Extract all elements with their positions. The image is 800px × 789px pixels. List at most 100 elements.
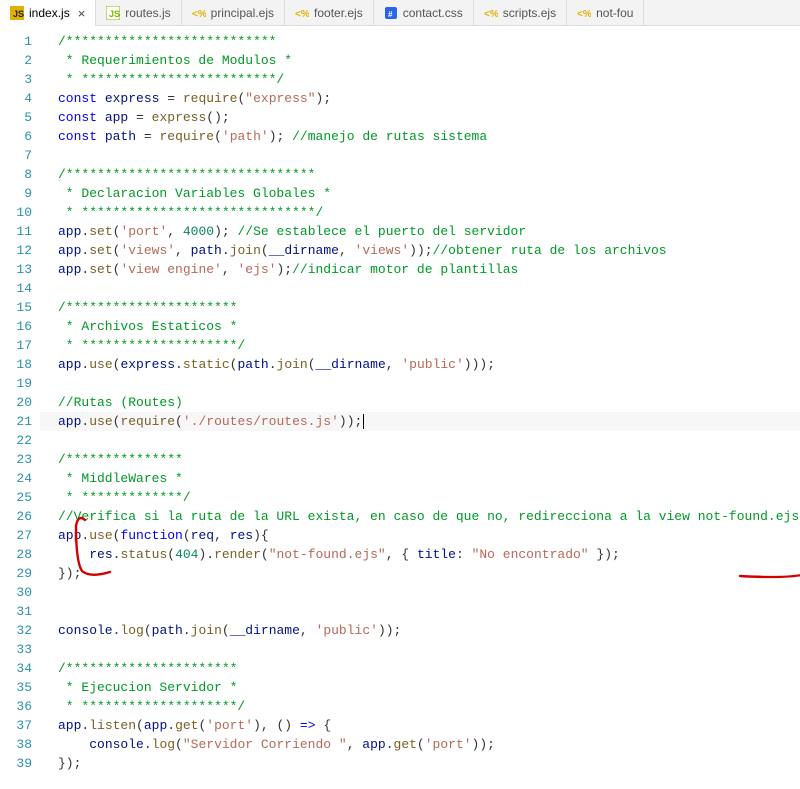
code-line[interactable]: * *************/ bbox=[40, 488, 800, 507]
code-line[interactable]: app.use(express.static(path.join(__dirna… bbox=[40, 355, 800, 374]
token-fn: require bbox=[159, 129, 214, 144]
line-number: 15 bbox=[0, 298, 32, 317]
ejs-icon: <% bbox=[577, 6, 591, 20]
code-line[interactable]: const express = require("express"); bbox=[40, 89, 800, 108]
code-line[interactable]: app.listen(app.get('port'), () => { bbox=[40, 716, 800, 735]
tab-routes-js[interactable]: JSroutes.js bbox=[96, 0, 181, 26]
token-kw: => bbox=[300, 718, 316, 733]
token-id: res bbox=[230, 528, 253, 543]
token-id: app bbox=[105, 110, 128, 125]
token-p: }); bbox=[589, 547, 620, 562]
code-line[interactable] bbox=[40, 374, 800, 393]
code-line[interactable]: * MiddleWares * bbox=[40, 469, 800, 488]
line-number: 6 bbox=[0, 127, 32, 146]
token-fn: set bbox=[89, 243, 112, 258]
token-fn: set bbox=[89, 262, 112, 277]
code-line[interactable] bbox=[40, 602, 800, 621]
token-fn: get bbox=[175, 718, 198, 733]
code-line[interactable] bbox=[40, 583, 800, 602]
code-line[interactable]: const path = require('path'); //manejo d… bbox=[40, 127, 800, 146]
code-line[interactable]: app.set('view engine', 'ejs');//indicar … bbox=[40, 260, 800, 279]
token-p: , bbox=[175, 243, 191, 258]
token-id: express bbox=[105, 91, 160, 106]
token-cmt: * Ejecucion Servidor * bbox=[58, 680, 237, 695]
code-line[interactable] bbox=[40, 431, 800, 450]
token-p: ( bbox=[261, 547, 269, 562]
code-line[interactable]: const app = express(); bbox=[40, 108, 800, 127]
line-number: 7 bbox=[0, 146, 32, 165]
code-line[interactable]: console.log(path.join(__dirname, 'public… bbox=[40, 621, 800, 640]
code-line[interactable]: }); bbox=[40, 564, 800, 583]
token-cmt: //indicar motor de plantillas bbox=[292, 262, 518, 277]
tab-index-js[interactable]: JSindex.js× bbox=[0, 0, 96, 26]
code-line[interactable]: app.set('views', path.join(__dirname, 'v… bbox=[40, 241, 800, 260]
code-line[interactable]: * Archivos Estaticos * bbox=[40, 317, 800, 336]
code-line[interactable]: * ********************/ bbox=[40, 336, 800, 355]
line-number: 13 bbox=[0, 260, 32, 279]
tab-principal-ejs[interactable]: <%principal.ejs bbox=[182, 0, 285, 26]
code-line[interactable]: * ********************/ bbox=[40, 697, 800, 716]
token-cmt: * Archivos Estaticos * bbox=[58, 319, 237, 334]
token-id: path bbox=[237, 357, 268, 372]
tab-contact-css[interactable]: #contact.css bbox=[374, 0, 474, 26]
code-line[interactable]: /*************************** bbox=[40, 32, 800, 51]
token-str: 'ejs' bbox=[237, 262, 276, 277]
line-number: 27 bbox=[0, 526, 32, 545]
code-line[interactable]: res.status(404).render("not-found.ejs", … bbox=[40, 545, 800, 564]
token-cmt: //Verifica si la ruta de la URL exista, … bbox=[58, 509, 799, 524]
token-p: ))); bbox=[464, 357, 495, 372]
code-line[interactable]: /********************** bbox=[40, 298, 800, 317]
code-line[interactable]: * Declaracion Variables Globales * bbox=[40, 184, 800, 203]
code-line[interactable]: * Ejecucion Servidor * bbox=[40, 678, 800, 697]
code-line[interactable]: app.set('port', 4000); //Se establece el… bbox=[40, 222, 800, 241]
token-fn: get bbox=[394, 737, 417, 752]
token-p: ( bbox=[167, 547, 175, 562]
token-p: )); bbox=[378, 623, 401, 638]
tab-label: principal.ejs bbox=[211, 6, 274, 20]
token-id: path bbox=[105, 129, 136, 144]
line-number: 3 bbox=[0, 70, 32, 89]
text-cursor bbox=[363, 414, 364, 429]
code-line[interactable]: * ******************************/ bbox=[40, 203, 800, 222]
code-line[interactable]: app.use(require('./routes/routes.js')); bbox=[40, 412, 800, 431]
code-line[interactable]: console.log("Servidor Corriendo ", app.g… bbox=[40, 735, 800, 754]
code-line[interactable]: //Rutas (Routes) bbox=[40, 393, 800, 412]
token-cmt: /********************** bbox=[58, 661, 237, 676]
token-num: 404 bbox=[175, 547, 198, 562]
token-sp bbox=[136, 129, 144, 144]
tab-label: index.js bbox=[29, 6, 70, 20]
token-str: "express" bbox=[245, 91, 315, 106]
code-line[interactable] bbox=[40, 279, 800, 298]
code-editor[interactable]: 1234567891011121314151617181920212223242… bbox=[0, 26, 800, 773]
token-p: }); bbox=[58, 756, 81, 771]
close-icon[interactable]: × bbox=[78, 6, 86, 21]
code-line[interactable]: app.use(function(req, res){ bbox=[40, 526, 800, 545]
token-id: app bbox=[144, 718, 167, 733]
tab-scripts-ejs[interactable]: <%scripts.ejs bbox=[474, 0, 567, 26]
code-line[interactable]: /********************** bbox=[40, 659, 800, 678]
tab-not-fou[interactable]: <%not-fou bbox=[567, 0, 644, 26]
code-area[interactable]: /*************************** * Requerimi… bbox=[40, 26, 800, 773]
tab-footer-ejs[interactable]: <%footer.ejs bbox=[285, 0, 374, 26]
line-number: 14 bbox=[0, 279, 32, 298]
token-p: )); bbox=[409, 243, 432, 258]
token-id: app bbox=[362, 737, 385, 752]
code-line[interactable] bbox=[40, 146, 800, 165]
code-line[interactable]: /******************************** bbox=[40, 165, 800, 184]
token-p: )); bbox=[472, 737, 495, 752]
line-number: 33 bbox=[0, 640, 32, 659]
code-line[interactable]: * Requerimientos de Modulos * bbox=[40, 51, 800, 70]
token-fn: use bbox=[89, 357, 112, 372]
code-line[interactable]: }); bbox=[40, 754, 800, 773]
code-line[interactable] bbox=[40, 640, 800, 659]
token-str: 'view engine' bbox=[120, 262, 221, 277]
token-p: }); bbox=[58, 566, 81, 581]
code-line[interactable]: //Verifica si la ruta de la URL exista, … bbox=[40, 507, 800, 526]
line-number: 20 bbox=[0, 393, 32, 412]
code-line[interactable]: * *************************/ bbox=[40, 70, 800, 89]
code-line[interactable]: /*************** bbox=[40, 450, 800, 469]
token-fn: use bbox=[89, 414, 112, 429]
line-number: 2 bbox=[0, 51, 32, 70]
line-number: 39 bbox=[0, 754, 32, 773]
ejs-icon: <% bbox=[295, 6, 309, 20]
